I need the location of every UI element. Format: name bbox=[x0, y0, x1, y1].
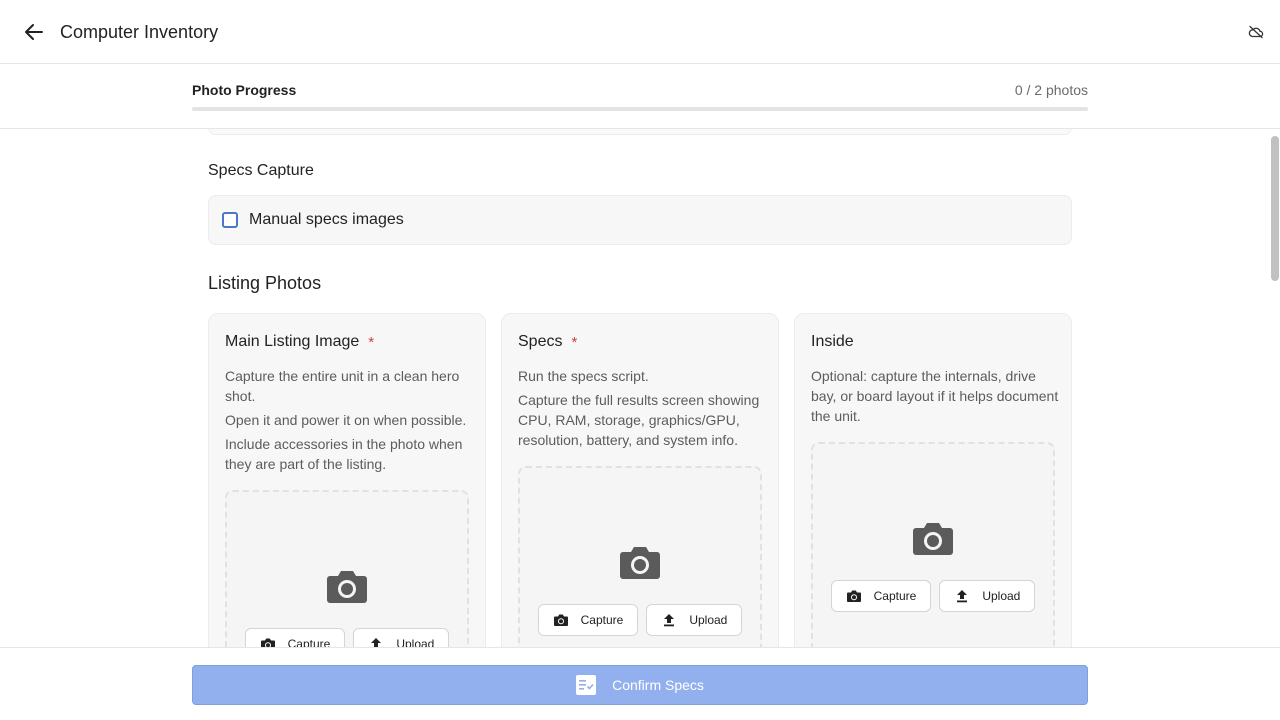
capture-button[interactable]: Capture bbox=[830, 580, 932, 612]
required-marker: * bbox=[571, 333, 578, 351]
photo-dropzone[interactable]: Capture Upload bbox=[518, 466, 762, 647]
capture-label: Capture bbox=[873, 589, 917, 603]
card-description: Optional: capture the internals, drive b… bbox=[811, 366, 1059, 430]
photo-dropzone[interactable]: Capture Upload bbox=[811, 442, 1055, 647]
progress-count: 0 / 2 photos bbox=[1014, 82, 1088, 98]
camera-icon bbox=[260, 638, 275, 647]
upload-label: Upload bbox=[396, 637, 435, 647]
capture-button[interactable]: Capture bbox=[244, 628, 346, 647]
photo-dropzone[interactable]: Capture Upload bbox=[225, 490, 469, 647]
upload-label: Upload bbox=[689, 613, 728, 627]
app-bar: Computer Inventory bbox=[0, 0, 1280, 64]
specs-capture-title: Specs Capture bbox=[208, 162, 314, 179]
card-title: Specs * bbox=[518, 333, 577, 351]
card-description-line: Run the specs script. bbox=[518, 368, 649, 384]
upload-icon bbox=[371, 638, 382, 647]
upload-button[interactable]: Upload bbox=[353, 628, 450, 647]
card-actions: Capture Upload bbox=[227, 628, 467, 647]
card-description: Run the specs script. Capture the full r… bbox=[518, 366, 766, 454]
card-actions: Capture Upload bbox=[813, 580, 1053, 612]
capture-label: Capture bbox=[580, 613, 624, 627]
upload-label: Upload bbox=[982, 589, 1021, 603]
previous-card-edge bbox=[208, 129, 1072, 135]
upload-button[interactable]: Upload bbox=[939, 580, 1036, 612]
vertical-scrollbar[interactable] bbox=[1268, 129, 1280, 647]
upload-icon bbox=[664, 614, 675, 627]
card-title-text: Main Listing Image bbox=[225, 333, 360, 350]
checklist-icon bbox=[576, 675, 597, 695]
camera-icon bbox=[327, 571, 367, 603]
confirm-specs-button[interactable]: Confirm Specs bbox=[192, 665, 1088, 705]
sync-status-button[interactable] bbox=[1248, 24, 1264, 40]
card-description-line: Include accessories in the photo when th… bbox=[225, 436, 463, 472]
card-description-line: Open it and power it on when possible. bbox=[225, 412, 467, 428]
arrow-left-icon bbox=[25, 24, 43, 40]
page-title: Computer Inventory bbox=[60, 22, 219, 42]
manual-specs-label[interactable]: Manual specs images bbox=[249, 211, 404, 229]
scrollbar-thumb[interactable] bbox=[1271, 136, 1279, 281]
card-description-line: Capture the full results screen showing … bbox=[518, 392, 760, 448]
specs-capture-box: Manual specs images bbox=[208, 195, 1072, 245]
camera-icon bbox=[553, 614, 568, 626]
upload-icon bbox=[957, 590, 968, 603]
progress-label: Photo Progress bbox=[192, 82, 297, 98]
card-actions: Capture Upload bbox=[520, 604, 760, 636]
capture-button[interactable]: Capture bbox=[537, 604, 639, 636]
camera-icon bbox=[846, 590, 861, 602]
required-marker: * bbox=[368, 333, 375, 351]
camera-icon bbox=[620, 547, 660, 579]
back-button[interactable] bbox=[22, 20, 46, 44]
confirm-specs-label: Confirm Specs bbox=[612, 677, 704, 693]
card-description-line: Optional: capture the internals, drive b… bbox=[811, 368, 1059, 424]
card-title-text: Specs bbox=[518, 333, 563, 350]
card-description-line: Capture the entire unit in a clean hero … bbox=[225, 368, 460, 404]
cloud-off-icon bbox=[1248, 25, 1264, 39]
main-content[interactable]: Specs Capture Manual specs images Listin… bbox=[0, 129, 1280, 647]
photo-card-inside: Inside Optional: capture the internals, … bbox=[794, 313, 1072, 647]
listing-photos-title: Listing Photos bbox=[208, 273, 322, 293]
card-title: Main Listing Image * bbox=[225, 333, 374, 351]
upload-button[interactable]: Upload bbox=[646, 604, 743, 636]
card-description: Capture the entire unit in a clean hero … bbox=[225, 366, 473, 478]
camera-icon bbox=[913, 523, 953, 555]
photo-progress-section: Photo Progress 0 / 2 photos bbox=[0, 64, 1280, 129]
capture-label: Capture bbox=[287, 637, 331, 647]
photo-card-main-listing: Main Listing Image * Capture the entire … bbox=[208, 313, 486, 647]
photo-card-specs: Specs * Run the specs script. Capture th… bbox=[501, 313, 779, 647]
bottom-bar: Confirm Specs bbox=[0, 647, 1280, 720]
card-title: Inside bbox=[811, 333, 854, 351]
manual-specs-checkbox[interactable] bbox=[222, 212, 238, 228]
card-title-text: Inside bbox=[811, 333, 854, 350]
progress-bar bbox=[192, 107, 1088, 111]
